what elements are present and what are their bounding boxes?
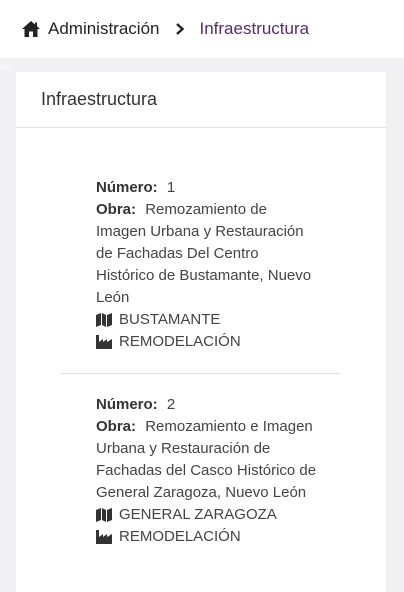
list-item: Número: 1 Obra: Remozamiento de Imagen U…	[96, 177, 321, 353]
tipo-value: REMODELACIÓN	[119, 528, 241, 545]
item-divider	[61, 373, 341, 374]
home-icon	[22, 21, 40, 37]
item-municipio-row: BUSTAMANTE	[96, 309, 321, 331]
map-icon	[96, 508, 112, 522]
numero-value: 2	[166, 396, 176, 413]
numero-label: Número:	[96, 396, 158, 413]
card-title: Infraestructura	[16, 72, 386, 128]
obra-label: Obra:	[96, 418, 137, 435]
item-numero-row: Número: 1	[96, 177, 321, 199]
industry-icon	[96, 530, 112, 544]
industry-icon	[96, 335, 112, 349]
item-obra-row: Obra: Remozamiento de Imagen Urbana y Re…	[96, 199, 321, 309]
list-item: Número: 2 Obra: Remozamiento e Imagen Ur…	[96, 394, 321, 548]
municipio-value: BUSTAMANTE	[119, 311, 221, 328]
item-tipo-row: REMODELACIÓN	[96, 526, 321, 548]
chevron-right-icon	[175, 23, 184, 35]
numero-value: 1	[166, 179, 176, 196]
hidden-label-fragment: on	[0, 62, 12, 73]
obra-label: Obra:	[96, 201, 137, 218]
item-tipo-row: REMODELACIÓN	[96, 331, 321, 353]
numero-label: Número:	[96, 179, 158, 196]
municipio-value: GENERAL ZARAGOZA	[119, 506, 277, 523]
item-obra-row: Obra: Remozamiento e Imagen Urbana y Res…	[96, 416, 321, 504]
breadcrumb-home-label: Administración	[48, 19, 160, 38]
breadcrumb-home-link[interactable]: Administración	[22, 19, 160, 39]
breadcrumb-current: Infraestructura	[199, 19, 310, 38]
item-municipio-row: GENERAL ZARAGOZA	[96, 504, 321, 526]
item-numero-row: Número: 2	[96, 394, 321, 416]
tipo-value: REMODELACIÓN	[119, 333, 241, 350]
map-icon	[96, 313, 112, 327]
breadcrumb-bar: Administración Infraestructura	[0, 0, 404, 58]
infraestructura-card: Infraestructura Número: 1 Obra: Remozami…	[16, 72, 386, 592]
